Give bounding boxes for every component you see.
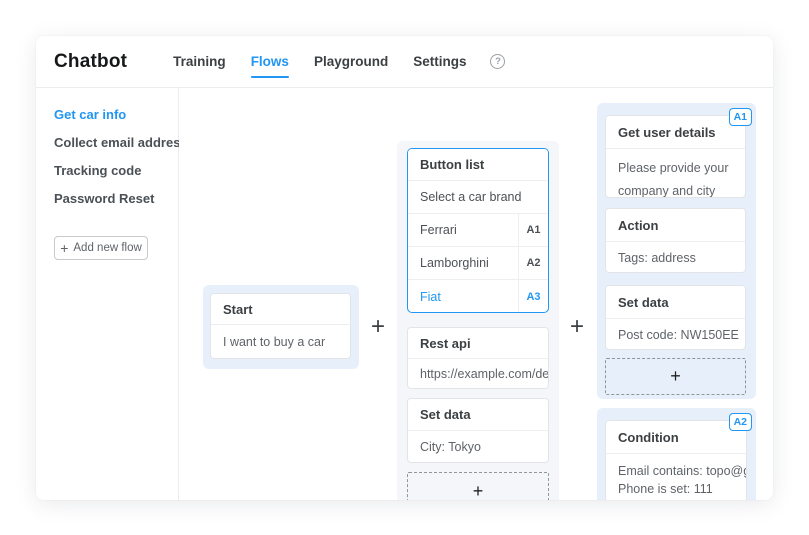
set-data-title: Set data [606,286,745,319]
get-user-details-node[interactable]: Get user details Please provide your com… [605,115,746,198]
help-icon[interactable]: ? [490,54,505,69]
condition-rule-email: Email contains: topo@g… [618,462,734,480]
set-data-node-city[interactable]: Set data City: Tokyo [407,398,549,463]
start-node-group: Start I want to buy a car [203,285,359,369]
condition-rules: Email contains: topo@g… Phone is set: 11… [606,454,746,498]
action-title: Action [606,209,745,242]
tab-playground[interactable]: Playground [314,54,388,69]
start-node[interactable]: Start I want to buy a car [210,293,351,359]
page: Chatbot Training Flows Playground Settin… [0,0,809,535]
text-line-2: company and city [618,180,733,198]
branch-a1-badge: A1 [729,108,752,126]
option-row-lamborghini[interactable]: Lamborghini A2 [408,247,548,280]
add-node-button-middle[interactable]: + [407,472,549,500]
option-badge: A1 [518,214,548,246]
button-list-question: Select a car brand [408,181,548,214]
condition-title: Condition [606,421,746,454]
condition-node[interactable]: Condition Email contains: topo@g… Phone … [605,420,747,500]
option-badge: A2 [518,247,548,279]
rest-api-url: https://example.com/de… [408,359,548,389]
set-data-node-postcode[interactable]: Set data Post code: NW150EE [605,285,746,350]
app-header: Chatbot Training Flows Playground Settin… [36,36,773,88]
branch-a2-group: A2 Condition Email contains: topo@g… Pho… [597,408,756,500]
sidebar: Get car info Collect email address Track… [36,88,179,500]
get-user-details-text: Please provide your company and city [606,149,745,198]
rest-api-title: Rest api [408,328,548,359]
text-line-1: Please provide your [618,157,733,180]
button-list-node[interactable]: Button list Select a car brand Ferrari A… [407,148,549,313]
option-row-fiat[interactable]: Fiat A3 [408,280,548,313]
sidebar-item-password-reset[interactable]: Password Reset [54,189,178,217]
option-badge: A3 [518,280,548,313]
start-node-title: Start [211,294,350,325]
rest-api-node[interactable]: Rest api https://example.com/de… [407,327,549,389]
add-new-flow-label: Add new flow [73,242,141,254]
set-data-value: Post code: NW150EE [606,319,745,350]
tab-flows[interactable]: Flows [251,54,289,69]
sidebar-item-tracking-code[interactable]: Tracking code [54,161,178,189]
app-window: Chatbot Training Flows Playground Settin… [36,36,773,500]
option-row-ferrari[interactable]: Ferrari A1 [408,214,548,247]
action-node[interactable]: Action Tags: address [605,208,746,273]
get-user-details-title: Get user details [606,116,745,149]
option-label: Fiat [408,280,518,313]
tab-training[interactable]: Training [173,54,226,69]
button-list-title: Button list [408,149,548,181]
branch-a2-badge: A2 [729,413,752,431]
sidebar-item-collect-email-address[interactable]: Collect email address [54,133,178,161]
add-new-flow-button[interactable]: + Add new flow [54,236,148,260]
set-data-title: Set data [408,399,548,431]
flow-canvas: Start I want to buy a car + Button list … [179,88,773,500]
tab-settings[interactable]: Settings [413,54,466,69]
sidebar-item-get-car-info[interactable]: Get car info [54,105,178,133]
plus-icon: + [60,240,68,256]
add-step-connector-1[interactable]: + [365,314,391,340]
action-tags: Tags: address [606,242,745,273]
add-node-button-a1[interactable]: + [605,358,746,395]
option-label: Ferrari [408,214,518,246]
add-step-connector-2[interactable]: + [564,314,590,340]
option-label: Lamborghini [408,247,518,279]
set-data-value: City: Tokyo [408,431,548,463]
middle-node-group: Button list Select a car brand Ferrari A… [397,141,559,500]
app-title: Chatbot [54,51,127,73]
branch-a1-group: A1 Get user details Please provide your … [597,103,756,399]
tab-bar: Training Flows Playground Settings [173,54,466,69]
condition-rule-phone: Phone is set: 111 [618,480,734,498]
start-node-text: I want to buy a car [211,325,350,359]
